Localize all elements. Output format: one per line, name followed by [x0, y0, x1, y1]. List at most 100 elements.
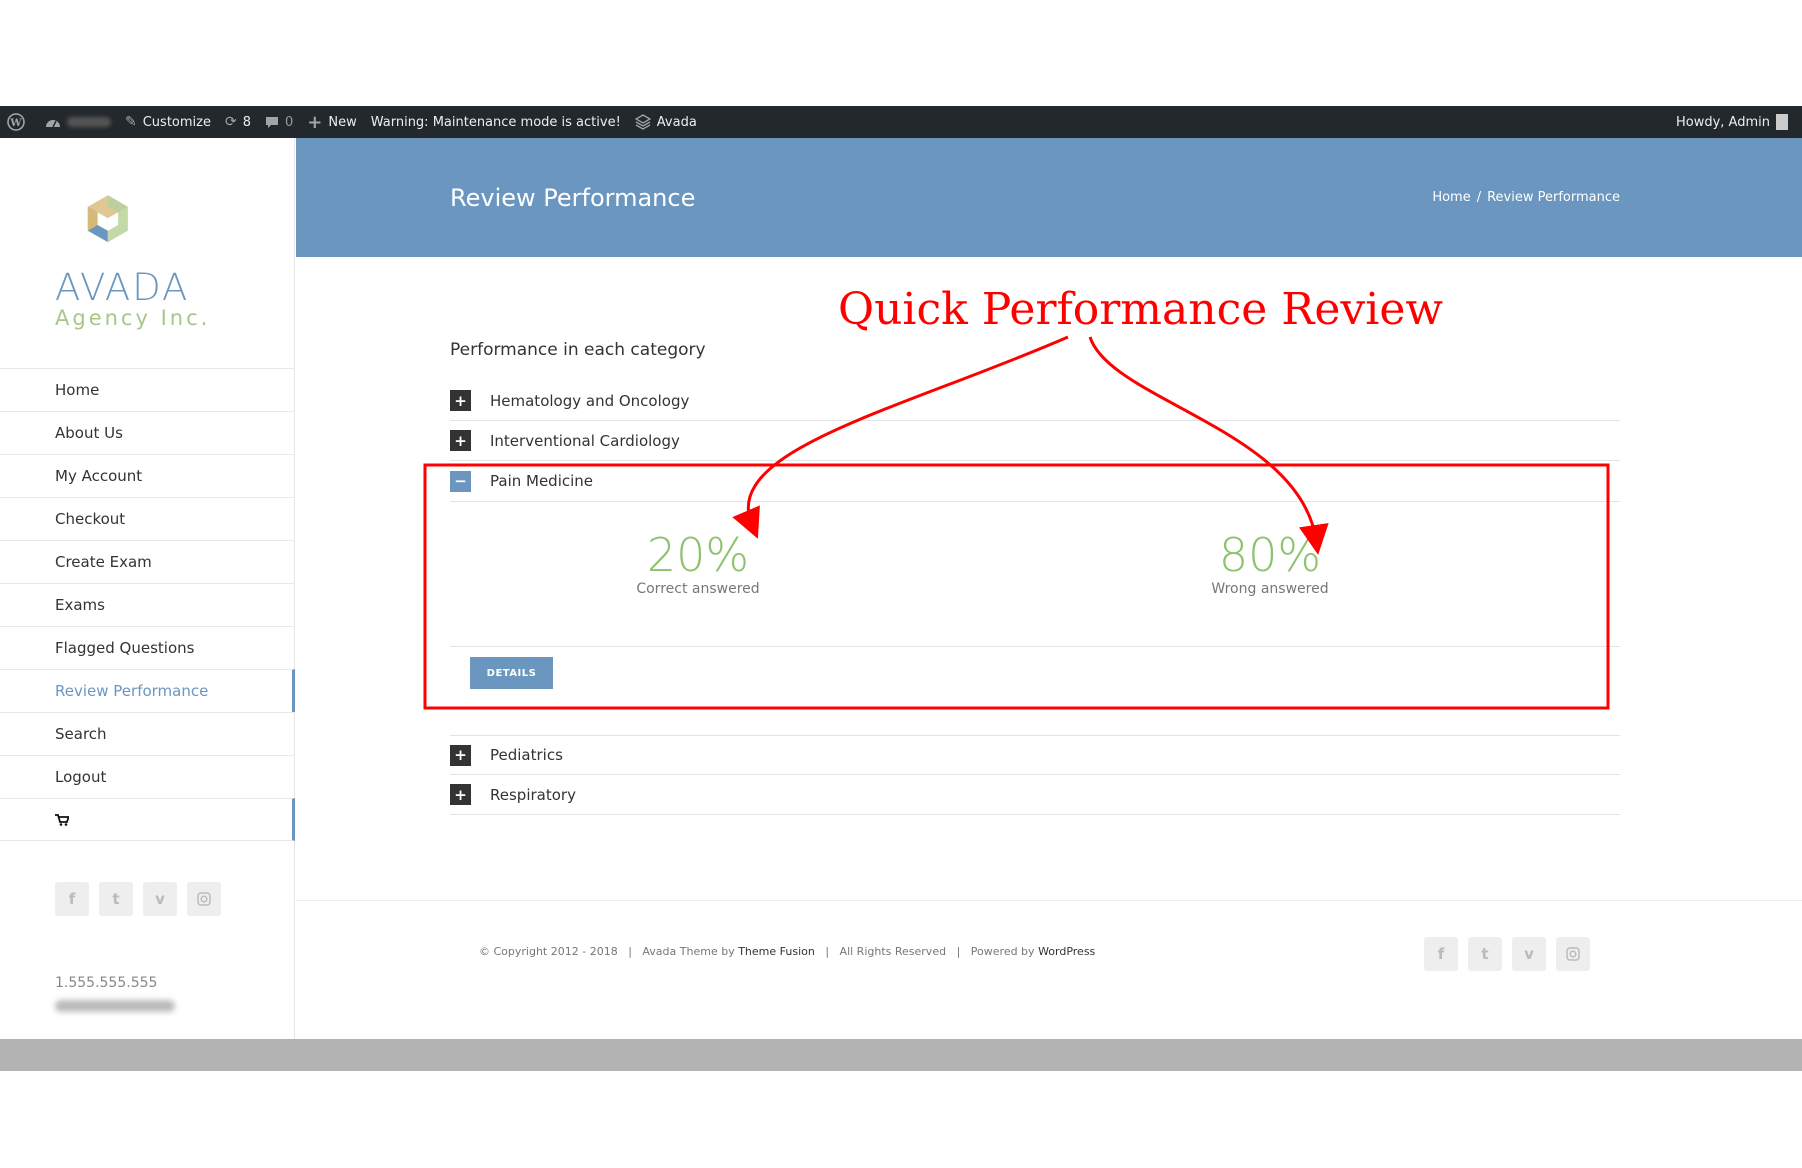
page: W ✎ Customize ⟳ 8 0 + New Warning: Maint… — [0, 0, 1802, 1168]
wrong-stat: 80% Wrong answered — [1120, 529, 1420, 597]
wordpress-logo-button[interactable]: W — [0, 106, 38, 138]
avada-label: Avada — [656, 114, 697, 130]
admin-bar: W ✎ Customize ⟳ 8 0 + New Warning: Maint… — [0, 106, 1802, 138]
avada-logo-icon[interactable] — [85, 176, 165, 266]
footer-separator: | — [628, 945, 632, 958]
accordion-label[interactable]: Respiratory — [490, 786, 576, 804]
plus-icon: + — [307, 111, 323, 133]
nav-item-exams[interactable]: Exams — [0, 583, 295, 626]
copyright-text: © Copyright 2012 - 2018 — [479, 945, 618, 958]
nav-item-home[interactable]: Home — [0, 368, 295, 411]
twitter-icon[interactable]: t — [99, 882, 133, 916]
correct-caption: Correct answered — [636, 581, 760, 597]
refresh-icon: ⟳ — [224, 114, 237, 130]
new-label: New — [328, 114, 357, 130]
expand-icon[interactable]: + — [450, 744, 471, 766]
wordpress-link[interactable]: WordPress — [1038, 945, 1095, 958]
expand-icon[interactable]: + — [450, 390, 471, 411]
panel-divider — [450, 646, 1620, 647]
updates-count: 8 — [242, 114, 251, 130]
accordion-item-interventional-cardiology[interactable]: + Interventional Cardiology — [450, 421, 1620, 461]
main-content: Performance in each category + Hematolog… — [450, 340, 1620, 815]
accordion-item-hematology[interactable]: + Hematology and Oncology — [450, 381, 1620, 421]
collapse-icon[interactable]: − — [450, 470, 471, 492]
accordion-label[interactable]: Hematology and Oncology — [490, 392, 689, 410]
theme-prefix: Avada Theme by — [642, 945, 735, 958]
annotation-title: Quick Performance Review — [838, 284, 1444, 335]
nav-item-flagged-questions[interactable]: Flagged Questions — [0, 626, 295, 669]
correct-stat: 20% Correct answered — [548, 529, 848, 597]
logo-tagline: Agency Inc. — [55, 306, 211, 330]
panel-divider — [450, 501, 1620, 502]
wordpress-icon: W — [7, 113, 25, 131]
page-title: Review Performance — [450, 184, 696, 212]
cart-icon — [55, 813, 69, 826]
correct-percentage: 20% — [646, 528, 750, 582]
footer-copyright: © Copyright 2012 - 2018 | Avada Theme by… — [479, 945, 1095, 958]
breadcrumb: Home / Review Performance — [1432, 190, 1620, 205]
expand-icon[interactable]: + — [450, 784, 471, 805]
avatar — [1776, 114, 1788, 130]
dashboard-icon — [45, 115, 61, 129]
svg-text:W: W — [9, 118, 22, 129]
accordion-item-respiratory[interactable]: + Respiratory — [450, 775, 1620, 815]
site-name-button[interactable] — [38, 106, 118, 138]
expand-icon[interactable]: + — [450, 430, 471, 451]
twitter-icon[interactable]: t — [1468, 937, 1502, 971]
nav-item-cart[interactable] — [0, 798, 295, 841]
account-menu[interactable]: Howdy, Admin — [1669, 106, 1802, 138]
nav-item-search[interactable]: Search — [0, 712, 295, 755]
sidebar: AVADA Agency Inc. Home About Us My Accou… — [0, 138, 295, 1071]
contact-email-blurred — [55, 1000, 175, 1012]
comments-button[interactable]: 0 — [258, 106, 300, 138]
nav-item-about-us[interactable]: About Us — [0, 411, 295, 454]
wrong-caption: Wrong answered — [1211, 581, 1329, 597]
avada-layers-icon — [634, 114, 651, 130]
accordion-label[interactable]: Interventional Cardiology — [490, 432, 680, 450]
nav-item-my-account[interactable]: My Account — [0, 454, 295, 497]
page-title-bar: Review Performance Home / Review Perform… — [296, 138, 1802, 257]
comment-icon — [265, 116, 279, 129]
nav-item-checkout[interactable]: Checkout — [0, 497, 295, 540]
footer-separator: | — [956, 945, 961, 958]
customize-button[interactable]: ✎ Customize — [118, 106, 218, 138]
main-navigation: Home About Us My Account Checkout Create… — [0, 368, 295, 841]
brush-icon: ✎ — [125, 114, 137, 130]
accordion-label[interactable]: Pediatrics — [490, 746, 563, 764]
breadcrumb-current: Review Performance — [1487, 190, 1620, 205]
vimeo-icon[interactable]: v — [1512, 937, 1546, 971]
maintenance-warning[interactable]: Warning: Maintenance mode is active! — [364, 106, 628, 138]
new-content-button[interactable]: + New — [300, 106, 363, 138]
nav-item-create-exam[interactable]: Create Exam — [0, 540, 295, 583]
powered-prefix: Powered by — [970, 945, 1035, 958]
section-title: Performance in each category — [450, 340, 706, 360]
sidebar-social-links: f t v — [55, 882, 221, 916]
instagram-icon[interactable] — [187, 882, 221, 916]
comments-count: 0 — [285, 114, 294, 130]
avada-theme-button[interactable]: Avada — [628, 106, 704, 138]
wrong-percentage: 80% — [1218, 528, 1322, 582]
logo-wordmark: AVADA — [55, 266, 190, 309]
contact-phone: 1.555.555.555 — [55, 975, 158, 991]
details-button[interactable]: DETAILS — [470, 657, 553, 689]
breadcrumb-separator: / — [1476, 190, 1482, 205]
facebook-icon[interactable]: f — [1424, 937, 1458, 971]
accordion-label[interactable]: Pain Medicine — [490, 472, 593, 490]
vimeo-icon[interactable]: v — [143, 882, 177, 916]
nav-item-logout[interactable]: Logout — [0, 755, 295, 798]
breadcrumb-home-link[interactable]: Home — [1432, 190, 1470, 205]
accordion-item-pediatrics[interactable]: + Pediatrics — [450, 735, 1620, 775]
maintenance-warning-text: Warning: Maintenance mode is active! — [370, 114, 621, 130]
facebook-icon[interactable]: f — [55, 882, 89, 916]
rights-text: All Rights Reserved — [839, 945, 947, 958]
nav-item-review-performance[interactable]: Review Performance — [0, 669, 295, 712]
updates-button[interactable]: ⟳ 8 — [218, 106, 258, 138]
bottom-grey-bar — [0, 1039, 1802, 1071]
instagram-icon[interactable] — [1556, 937, 1590, 971]
customize-label: Customize — [142, 114, 211, 130]
howdy-label: Howdy, Admin — [1675, 114, 1770, 130]
footer-separator: | — [825, 945, 830, 958]
site-name-blurred — [67, 117, 111, 127]
theme-fusion-link[interactable]: Theme Fusion — [738, 945, 815, 958]
accordion-item-pain-medicine[interactable]: − Pain Medicine — [450, 461, 1620, 501]
